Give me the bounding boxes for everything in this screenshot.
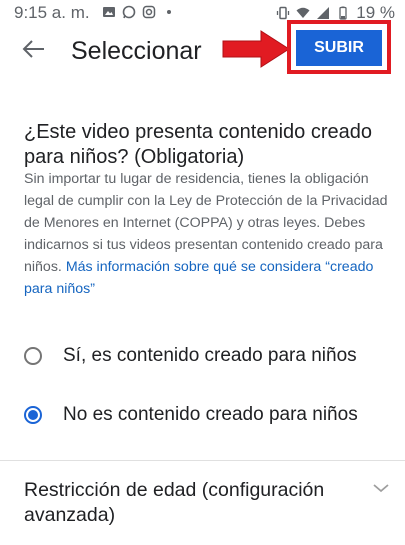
notification-icons xyxy=(102,5,176,19)
battery-icon xyxy=(339,6,347,20)
whatsapp-icon xyxy=(122,5,136,19)
back-arrow-icon[interactable] xyxy=(18,34,48,64)
radio-unchecked-icon[interactable] xyxy=(24,347,42,365)
option-made-for-kids[interactable]: Sí, es contenido creado para niños xyxy=(24,336,394,376)
red-arrow-annotation xyxy=(222,30,290,68)
option-label: No es contenido creado para niños xyxy=(63,404,358,425)
divider xyxy=(0,460,405,461)
radio-checked-icon[interactable] xyxy=(24,406,42,424)
chevron-down-icon[interactable] xyxy=(370,480,392,496)
status-time: 9:15 a. m. xyxy=(14,3,90,22)
wifi-icon xyxy=(296,7,310,18)
upload-button[interactable]: SUBIR xyxy=(296,30,382,66)
option-label: Sí, es contenido creado para niños xyxy=(63,345,357,366)
instagram-icon xyxy=(142,5,156,19)
page-title: Seleccionar xyxy=(71,37,202,65)
more-info-link[interactable]: Más información sobre qué se considera “… xyxy=(24,259,373,297)
option-not-made-for-kids[interactable]: No es contenido creado para niños xyxy=(24,395,394,435)
audience-question: ¿Este video presenta contenido creado pa… xyxy=(24,121,372,168)
age-restriction-label: Restricción de edad (configuración avanz… xyxy=(24,479,325,526)
age-restriction-section[interactable]: Restricción de edad (configuración avanz… xyxy=(24,478,389,528)
image-icon xyxy=(103,7,115,17)
app-bar: Seleccionar SUBIR xyxy=(0,20,405,78)
dot-icon xyxy=(167,10,171,14)
vibrate-icon xyxy=(277,6,290,20)
audience-description: Sin importar tu lugar de residencia, tie… xyxy=(24,168,394,300)
signal-icon xyxy=(317,7,330,19)
